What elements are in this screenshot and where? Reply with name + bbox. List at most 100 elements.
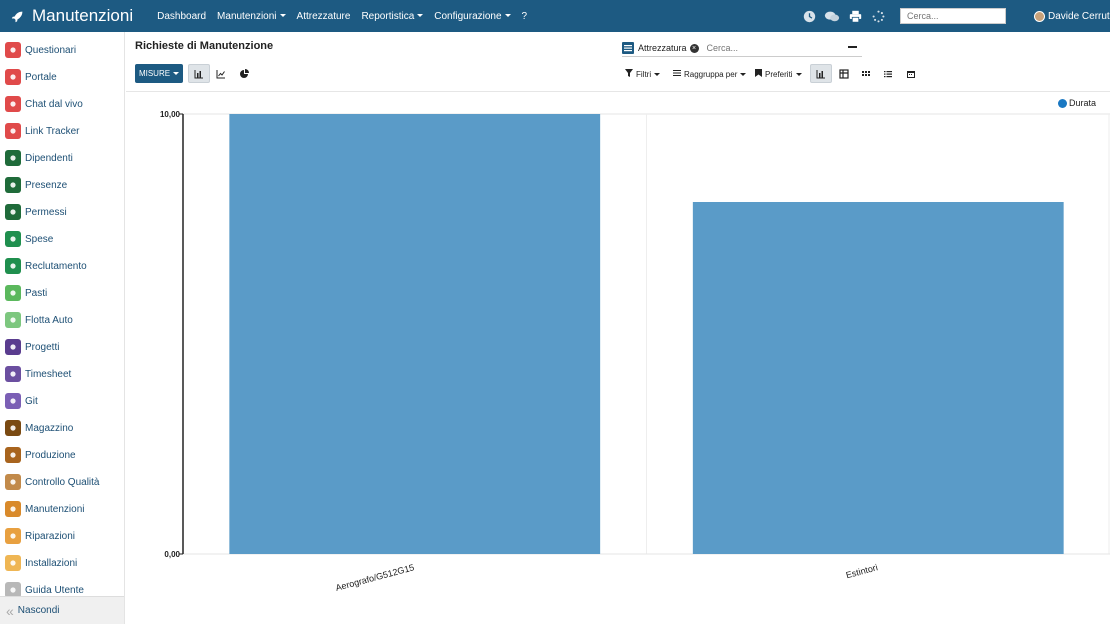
systray: [800, 0, 1006, 32]
view-graph-button[interactable]: [810, 64, 832, 83]
rocket-icon[interactable]: [4, 0, 30, 32]
nav-help[interactable]: ?: [522, 11, 528, 22]
sidebar-item-label: Controllo Qualità: [25, 476, 100, 488]
bar-chart-icon: [816, 69, 825, 78]
sidebar-item[interactable]: Controllo Qualità: [5, 473, 99, 491]
clipboard-icon: [5, 42, 21, 58]
printer-icon[interactable]: [846, 7, 864, 25]
sidebar-item-label: Produzione: [25, 449, 76, 461]
grid-icon: [862, 70, 870, 76]
search-input[interactable]: [706, 43, 827, 53]
nav-dashboard-label: Dashboard: [157, 10, 207, 22]
sidebar-item[interactable]: Manutenzioni: [5, 500, 84, 518]
hide-sidebar-button[interactable]: « Nascondi: [0, 596, 124, 624]
line-chart-button[interactable]: [210, 64, 232, 83]
view-pivot-button[interactable]: [833, 64, 855, 83]
calendar-icon: [907, 70, 915, 78]
spinner-icon: [869, 7, 887, 25]
sidebar-item[interactable]: Permessi: [5, 203, 67, 221]
view-calendar-button[interactable]: [900, 64, 922, 83]
pie-chart-button[interactable]: [233, 64, 255, 83]
sidebar-item[interactable]: Link Tracker: [5, 122, 79, 140]
hide-sidebar-label: Nascondi: [17, 605, 60, 616]
groupby-button[interactable]: Raggruppa per: [673, 69, 747, 79]
sidebar-item[interactable]: Chat dal vivo: [5, 95, 83, 113]
bar-chart-button[interactable]: [188, 64, 210, 83]
sidebar-item-label: Pasti: [25, 287, 48, 299]
user-menu[interactable]: Davide Cerruti: [1034, 0, 1110, 32]
sidebar-item-label: Link Tracker: [25, 125, 80, 137]
sidebar-item[interactable]: Dipendenti: [5, 149, 73, 167]
nav-manutenzioni-label: Manutenzioni: [217, 10, 277, 22]
sidebar-item[interactable]: Reclutamento: [5, 257, 87, 275]
minus-icon[interactable]: [848, 46, 857, 48]
sidebar-item-label: Portale: [25, 71, 57, 83]
nav-manutenzioni[interactable]: Manutenzioni: [217, 10, 286, 22]
facet-remove-icon[interactable]: ×: [689, 43, 699, 53]
avatar: [1034, 10, 1045, 22]
sidebar-item[interactable]: Spese: [5, 230, 53, 248]
sidebar-item[interactable]: Presenze: [5, 176, 67, 194]
chart-bar[interactable]: [692, 202, 1064, 554]
car-icon: [5, 312, 21, 328]
list-icon: [622, 42, 634, 54]
measures-button[interactable]: MISURE: [135, 64, 183, 83]
view-list-button[interactable]: [877, 64, 899, 83]
nav-reportistica-label: Reportistica: [361, 10, 415, 22]
table-icon: [839, 68, 849, 79]
main-content: Richieste di Manutenzione Attrezzatura ×…: [126, 32, 1110, 624]
sidebar-item-label: Permessi: [25, 206, 67, 218]
search-user-icon: [5, 258, 21, 274]
nav-configurazione-label: Configurazione: [434, 10, 502, 22]
link-icon: [5, 123, 21, 139]
sidebar-item-label: Installazioni: [25, 557, 78, 569]
screwdriver-icon: [5, 528, 21, 544]
sidebar-item-label: Dipendenti: [25, 152, 73, 164]
search-bar: Attrezzatura ×: [622, 40, 862, 57]
sidebar-item[interactable]: Riparazioni: [5, 527, 75, 545]
page-title: Richieste di Manutenzione: [135, 40, 274, 52]
award-icon: [5, 474, 21, 490]
sidebar-item[interactable]: Magazzino: [5, 419, 73, 437]
chat-icon[interactable]: [823, 7, 841, 25]
git-icon: [5, 393, 21, 409]
top-navbar: Manutenzioni Dashboard Manutenzioni Attr…: [0, 0, 1110, 32]
nav-attrezzature-label: Attrezzature: [296, 10, 351, 22]
clock-icon[interactable]: [800, 7, 818, 25]
sidebar-item[interactable]: Portale: [5, 68, 57, 86]
sidebar-item[interactable]: Pasti: [5, 284, 47, 302]
caret-down-icon: [417, 14, 424, 18]
sidebar-item[interactable]: Installazioni: [5, 554, 77, 572]
app-title[interactable]: Manutenzioni: [32, 6, 133, 26]
sidebar-item[interactable]: Timesheet: [5, 365, 71, 383]
box-icon: [5, 420, 21, 436]
caret-down-icon: [795, 72, 802, 76]
view-kanban-button[interactable]: [855, 64, 877, 83]
caret-down-icon: [740, 72, 747, 76]
nav-reportistica[interactable]: Reportistica: [361, 10, 424, 22]
filters-button[interactable]: Filtri: [625, 69, 661, 79]
sidebar-item[interactable]: Progetti: [5, 338, 59, 356]
sidebar-item-label: Manutenzioni: [25, 503, 85, 515]
top-menu: Dashboard Manutenzioni Attrezzature Repo…: [157, 11, 538, 22]
legend-label: Durata: [1069, 98, 1097, 108]
sidebar-item[interactable]: Produzione: [5, 446, 76, 464]
nav-attrezzature[interactable]: Attrezzature: [297, 11, 351, 22]
calendar-leave-icon: [5, 204, 21, 220]
bookmark-icon: [755, 69, 762, 79]
nav-dashboard[interactable]: Dashboard: [157, 11, 206, 22]
chart-legend[interactable]: Durata: [1058, 98, 1096, 108]
top-search-input[interactable]: [900, 8, 1006, 24]
nav-configurazione[interactable]: Configurazione: [434, 10, 511, 22]
filters-label: Filtri: [636, 69, 652, 79]
favorites-button[interactable]: Preferiti: [755, 69, 802, 79]
sidebar-item[interactable]: Git: [5, 392, 38, 410]
sidebar-item[interactable]: Flotta Auto: [5, 311, 73, 329]
filter-icon: [625, 69, 633, 79]
sidebar-item[interactable]: Questionari: [5, 41, 76, 59]
sidebar-item-label: Flotta Auto: [25, 314, 73, 326]
chart-bar[interactable]: [229, 114, 601, 554]
sidebar-item-label: Chat dal vivo: [25, 98, 83, 110]
sidebar-item-label: Presenze: [25, 179, 68, 191]
line-chart-icon: [216, 69, 225, 78]
